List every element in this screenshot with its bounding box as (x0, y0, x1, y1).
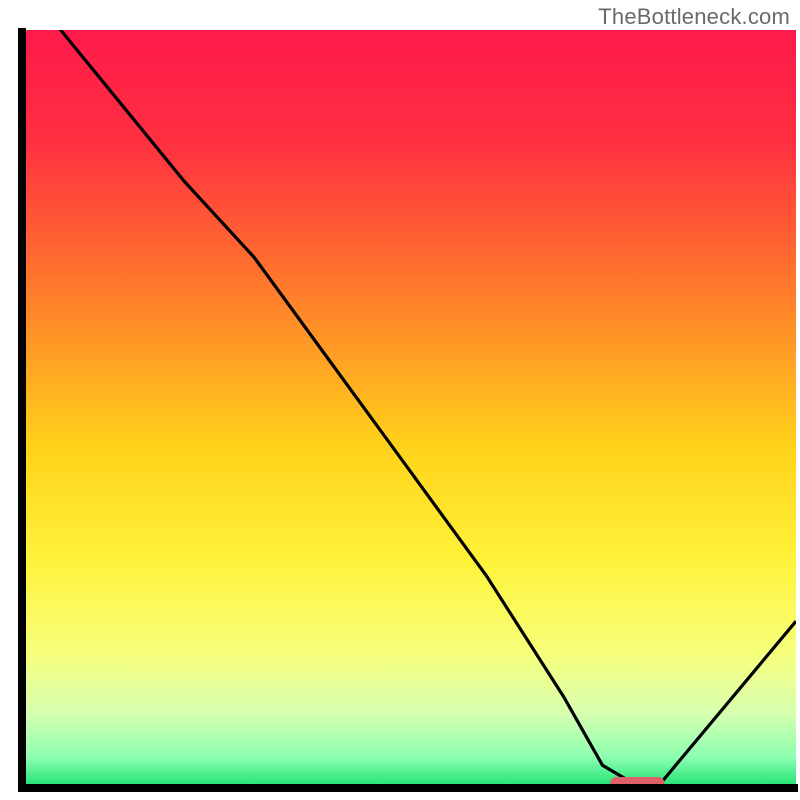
plot-background (22, 30, 796, 788)
bottleneck-chart (0, 0, 800, 800)
chart-container: { "watermark": "TheBottleneck.com", "cha… (0, 0, 800, 800)
